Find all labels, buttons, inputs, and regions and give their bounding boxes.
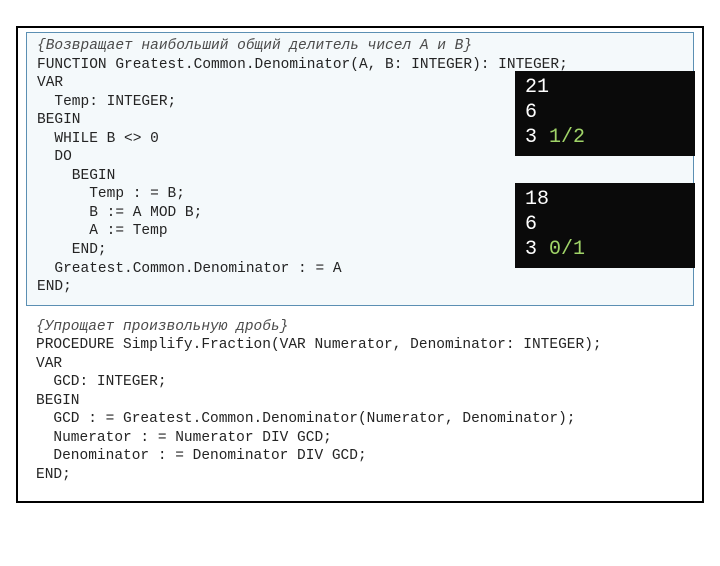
code-line: Denominator : = Denominator DIV GCD; bbox=[36, 447, 684, 466]
console-output-1: 21 6 3 1/2 bbox=[515, 71, 695, 156]
code-block-simplify: {Упрощает произвольную дробь} PROCEDURE … bbox=[26, 316, 694, 491]
comment-simplify: {Упрощает произвольную дробь} bbox=[36, 318, 684, 337]
console-line: 21 bbox=[525, 75, 681, 100]
console-output-2: 18 6 3 0/1 bbox=[515, 183, 695, 268]
code-line: BEGIN bbox=[36, 392, 684, 411]
comment-gcd: {Возвращает наибольший общий делитель чи… bbox=[37, 37, 683, 56]
console-line: 6 bbox=[525, 100, 681, 125]
console-line: 18 bbox=[525, 187, 681, 212]
code-line: END; bbox=[37, 278, 683, 297]
code-line: GCD: INTEGER; bbox=[36, 373, 684, 392]
code-block-gcd: {Возвращает наибольший общий делитель чи… bbox=[26, 32, 694, 306]
code-line: Numerator : = Numerator DIV GCD; bbox=[36, 429, 684, 448]
code-line: END; bbox=[36, 466, 684, 485]
code-line: VAR bbox=[36, 355, 684, 374]
console-line: 3 1/2 bbox=[525, 125, 681, 150]
console-line: 6 bbox=[525, 212, 681, 237]
slide-frame: {Возвращает наибольший общий делитель чи… bbox=[16, 26, 704, 503]
console-text: 3 bbox=[525, 126, 549, 149]
code-line: GCD : = Greatest.Common.Denominator(Nume… bbox=[36, 410, 684, 429]
console-text: 3 bbox=[525, 238, 549, 261]
code-line: PROCEDURE Simplify.Fraction(VAR Numerato… bbox=[36, 336, 684, 355]
console-text-highlight: 1/2 bbox=[549, 126, 585, 149]
console-text-highlight: 0/1 bbox=[549, 238, 585, 261]
console-line: 3 0/1 bbox=[525, 237, 681, 262]
